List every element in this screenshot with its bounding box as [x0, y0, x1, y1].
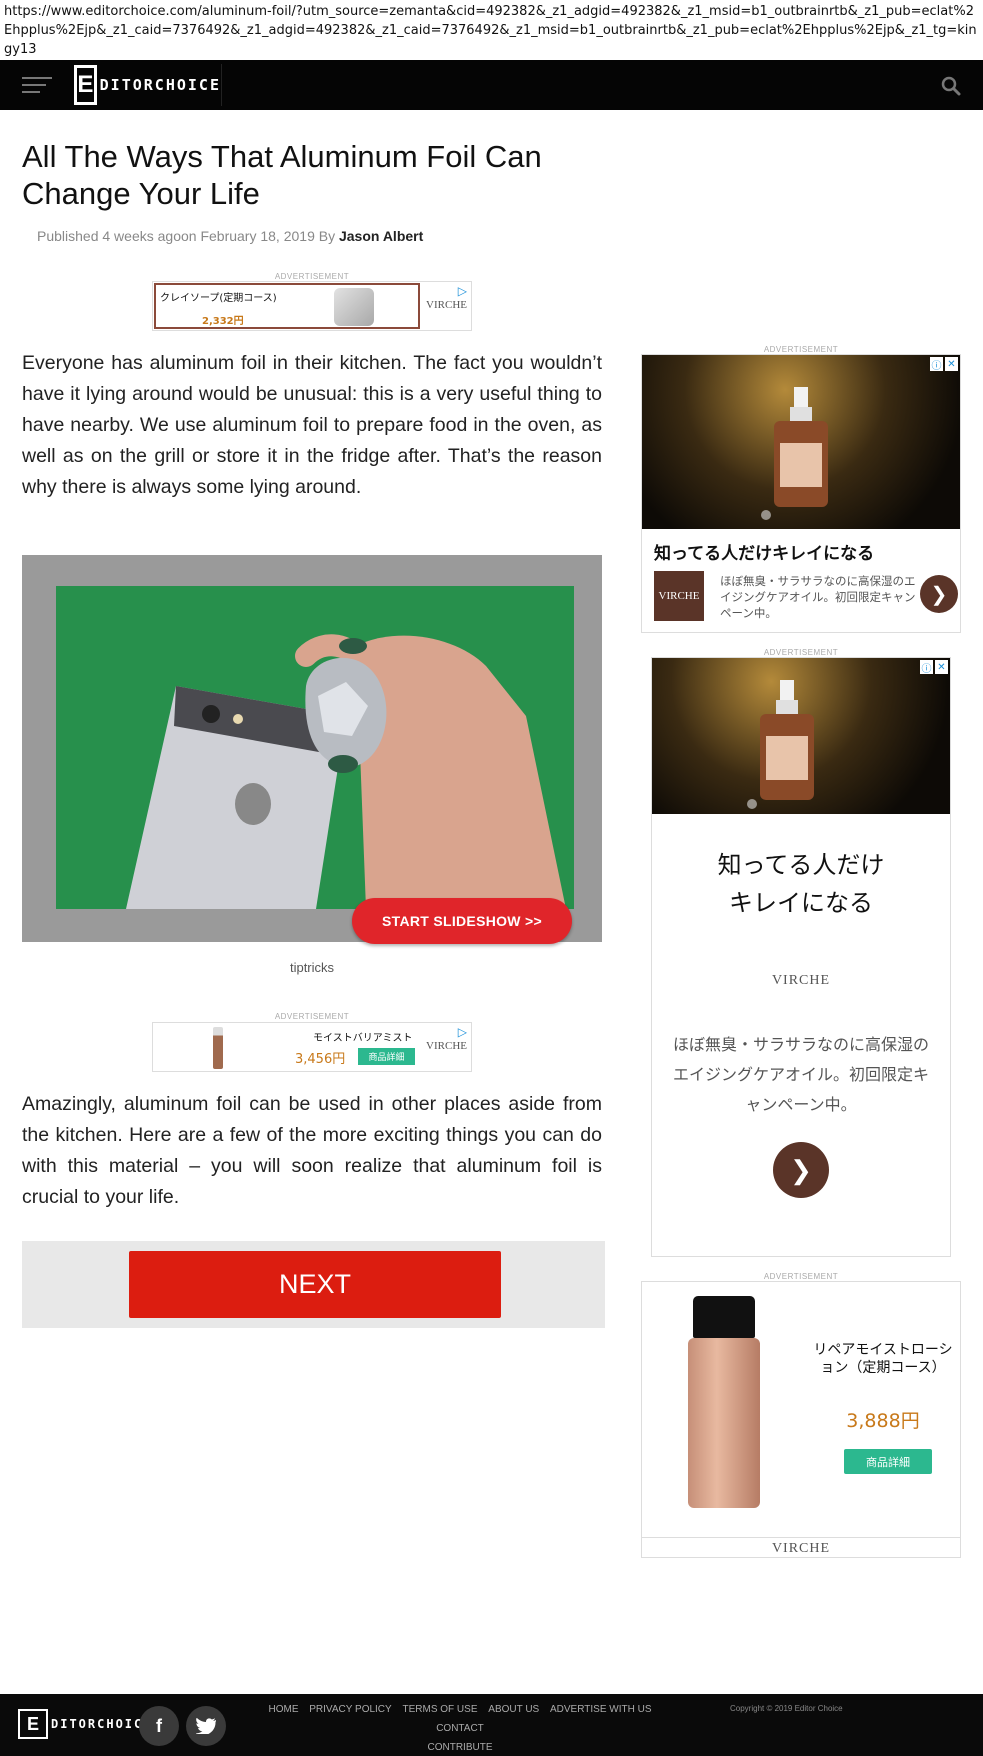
serum-bottle-illustration	[761, 387, 828, 520]
banner-ad-detail-button[interactable]: 商品詳細	[358, 1048, 415, 1065]
image-caption: tiptricks	[289, 960, 335, 975]
sidebar-ad-virche-large[interactable]: ⓘ ✕ 知ってる人だけ キレイになる VIRCHE ほぼ無臭・サラサラなのに高保…	[651, 657, 951, 1257]
top-navigation: E DITORCHOICE	[0, 60, 983, 110]
published-text: Published 4 weeks agoon February 18, 201…	[37, 228, 339, 244]
headline-line-1: 知ってる人だけ	[717, 851, 885, 879]
banner-ad-price: 2,332円	[202, 316, 244, 327]
ad-controls: ⓘ ✕	[930, 357, 958, 372]
close-icon[interactable]: ✕	[945, 357, 958, 371]
sidebar-ad-description: ほぼ無臭・サラサラなのに高保湿のエイジングケアオイル。初回限定キャンペーン中。	[672, 1035, 929, 1114]
adchoices-icon[interactable]: ▷	[458, 284, 467, 298]
lotion-bottle-image	[688, 1338, 760, 1508]
sidebar-ad-brand: VIRCHE	[771, 973, 831, 988]
address-bar-url[interactable]: https://www.editorchoice.com/aluminum-fo…	[0, 0, 983, 60]
chevron-right-icon[interactable]: ❯	[773, 1142, 829, 1198]
footer-link-home[interactable]: HOME	[268, 1704, 298, 1715]
ad-label: ADVERTISEMENT	[763, 345, 839, 354]
footer-link-advertise[interactable]: ADVERTISE WITH US	[550, 1704, 652, 1715]
banner-ad-moist-mist[interactable]: モイストバリアミスト 3,456円 商品詳細 ▷ VIRCHE	[152, 1022, 472, 1072]
sidebar-ad-title: 知ってる人だけキレイになる	[654, 544, 875, 564]
sidebar-ad-headline: 知ってる人だけ キレイになる	[652, 846, 950, 922]
logo-wordmark: DITORCHOICE	[99, 76, 221, 94]
footer-links: HOME PRIVACY POLICY TERMS OF USE ABOUT U…	[240, 1700, 680, 1756]
banner-ad-product: クレイソープ(定期コース)	[160, 293, 277, 304]
slideshow-preview[interactable]	[22, 555, 602, 942]
next-button[interactable]: NEXT	[129, 1251, 501, 1318]
twitter-icon[interactable]	[186, 1706, 226, 1746]
banner-ad-frame: クレイソープ(定期コース) 2,332円	[154, 283, 420, 329]
logo-mark: E	[74, 65, 97, 105]
site-logo[interactable]: E DITORCHOICE	[74, 64, 222, 106]
slideshow-image	[56, 586, 574, 909]
chevron-right-icon[interactable]: ❯	[920, 575, 958, 613]
headline-line-2: キレイになる	[729, 889, 873, 917]
serum-bottle-illustration	[747, 680, 814, 809]
footer-logo[interactable]: E DITORCHOICE	[18, 1707, 152, 1741]
article-meta: Published 4 weeks agoon February 18, 201…	[37, 228, 423, 244]
sidebar-ad-product: リペアモイストローション（定期コース）	[813, 1342, 953, 1376]
sidebar-ad-brand: VIRCHE	[642, 1537, 960, 1557]
logo-wordmark: DITORCHOICE	[51, 1717, 153, 1731]
sidebar-ad-repair-lotion[interactable]: リペアモイストローション（定期コース） 3,888円 商品詳細 VIRCHE	[641, 1281, 961, 1558]
footer-link-privacy[interactable]: PRIVACY POLICY	[309, 1704, 391, 1715]
facebook-icon[interactable]: f	[139, 1706, 179, 1746]
next-button-container: NEXT	[22, 1241, 605, 1328]
banner-ad-brand: VIRCHE	[426, 1040, 467, 1052]
ad-label: ADVERTISEMENT	[763, 648, 839, 657]
product-detail-button[interactable]: 商品詳細	[844, 1449, 932, 1474]
logo-mark: E	[18, 1709, 48, 1739]
sidebar-ad-description: ほぼ無臭・サラサラなのに高保湿のエイジングケアオイル。初回限定キャンペーン中。	[720, 574, 916, 620]
lotion-bottle-cap	[693, 1296, 755, 1338]
ad-label: ADVERTISEMENT	[274, 1012, 350, 1021]
search-icon[interactable]	[941, 76, 961, 96]
virche-logo: VIRCHE	[654, 571, 704, 621]
footer-link-about[interactable]: ABOUT US	[488, 1704, 539, 1715]
footer-link-terms[interactable]: TERMS OF USE	[402, 1704, 477, 1715]
adchoices-icon[interactable]: ▷	[458, 1025, 467, 1039]
ad-controls: ⓘ ✕	[920, 660, 948, 675]
sidebar-ad-virche-oil[interactable]: ⓘ ✕ 知ってる人だけキレイになる VIRCHE ほぼ無臭・サラサラなのに高保湿…	[641, 354, 961, 633]
article-title: All The Ways That Aluminum Foil Can Chan…	[22, 139, 542, 211]
ad-label: ADVERTISEMENT	[274, 272, 350, 281]
banner-ad-price: 3,456円	[295, 1052, 346, 1067]
copyright-text: Copyright © 2019 Editor Choice	[730, 1704, 843, 1713]
serum-bottle-image	[652, 658, 950, 814]
banner-ad-product: モイストバリアミスト	[313, 1033, 413, 1044]
adchoices-icon[interactable]: ⓘ	[920, 660, 933, 675]
adchoices-icon[interactable]: ⓘ	[930, 357, 943, 372]
site-footer: E DITORCHOICE f HOME PRIVACY POLICY TERM…	[0, 1694, 983, 1756]
close-icon[interactable]: ✕	[935, 660, 948, 674]
banner-ad-brand: VIRCHE	[426, 299, 467, 311]
sidebar-ad-price: 3,888円	[846, 1410, 920, 1432]
author-link[interactable]: Jason Albert	[339, 228, 423, 244]
footer-link-contribute[interactable]: CONTRIBUTE	[428, 1742, 493, 1753]
article-paragraph-1: Everyone has aluminum foil in their kitc…	[22, 352, 602, 498]
hamburger-icon[interactable]	[22, 74, 52, 96]
start-slideshow-button[interactable]: START SLIDESHOW >>	[352, 898, 572, 944]
article-paragraph-2: Amazingly, aluminum foil can be used in …	[22, 1093, 602, 1208]
serum-bottle-image	[642, 355, 960, 529]
ad-label: ADVERTISEMENT	[763, 1272, 839, 1281]
mist-product-image	[213, 1027, 223, 1069]
banner-ad-clay-soap[interactable]: クレイソープ(定期コース) 2,332円 ▷ VIRCHE	[152, 281, 472, 331]
phone-foil-illustration	[126, 634, 566, 909]
footer-link-contact[interactable]: CONTACT	[436, 1723, 484, 1734]
soap-product-image	[334, 288, 374, 326]
